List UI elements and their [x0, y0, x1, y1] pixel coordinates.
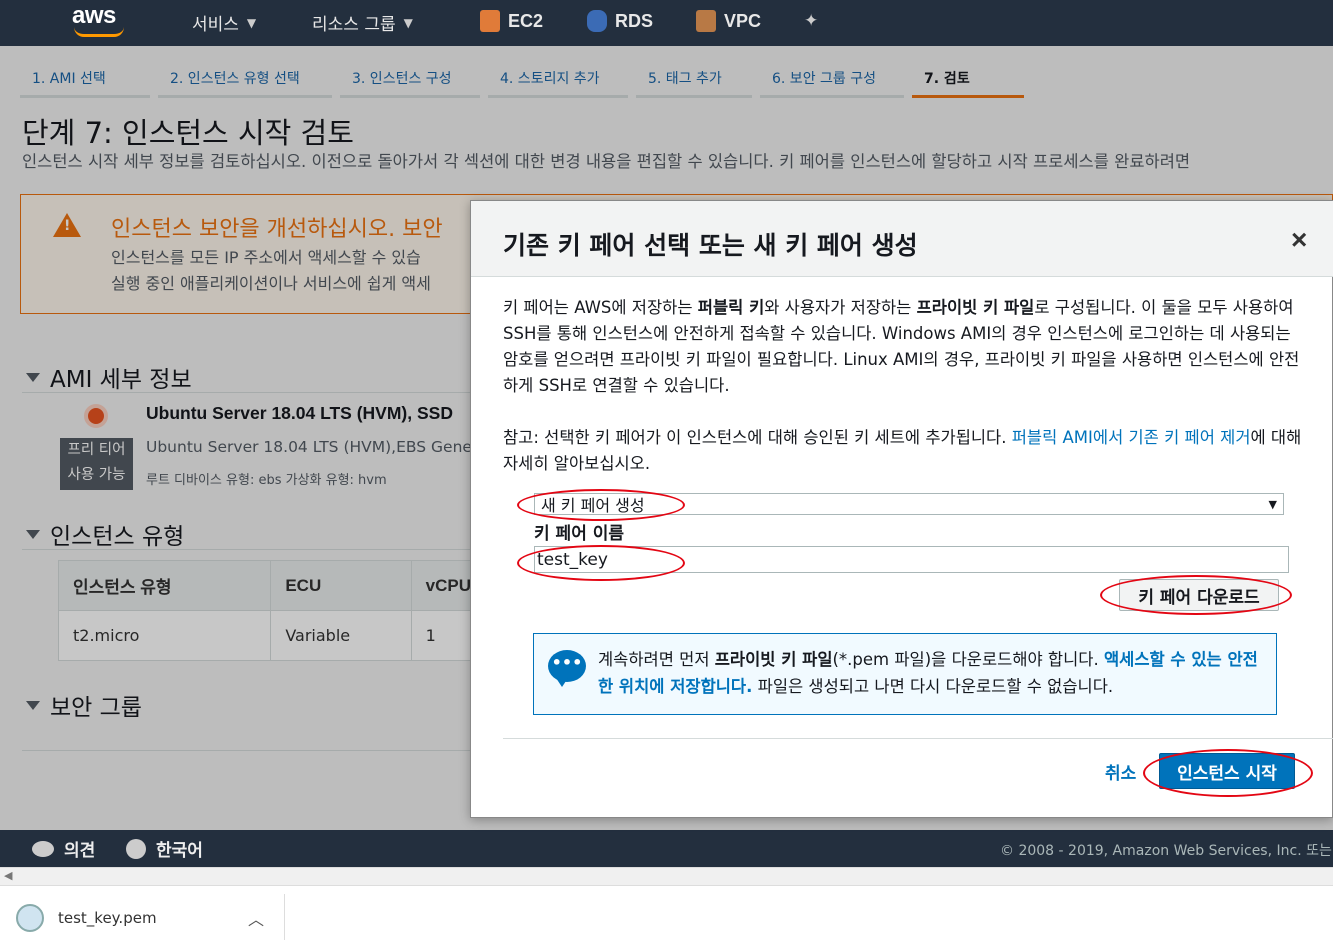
nav-rds[interactable]: RDS [587, 10, 653, 32]
download-item[interactable]: test_key.pem [16, 904, 157, 932]
modal-header: 기존 키 페어 선택 또는 새 키 페어 생성 × [471, 201, 1333, 277]
keypair-modal: 기존 키 페어 선택 또는 새 키 페어 생성 × 키 페어는 AWS에 저장하… [470, 200, 1333, 818]
downloads-bar: test_key.pem ︿ [0, 885, 1333, 947]
aws-logo[interactable]: aws [72, 2, 116, 30]
vpc-icon [696, 10, 716, 32]
keypair-option-select[interactable]: 새 키 페어 생성 ▼ [534, 493, 1284, 515]
dropdown-arrow-icon: ▼ [1268, 497, 1277, 511]
divider [284, 894, 285, 940]
remove-keypair-link[interactable]: 퍼블릭 AMI에서 기존 키 페어 제거 [1012, 428, 1251, 447]
feedback-link[interactable]: 의견 [32, 836, 95, 861]
footer: 의견 한국어 © 2008 - 2019, Amazon Web Service… [0, 830, 1333, 867]
download-filename: test_key.pem [58, 909, 157, 927]
info-text: 계속하려면 먼저 프라이빗 키 파일(*.pem 파일)을 다운로드해야 합니다… [598, 650, 1258, 696]
keypair-description: 키 페어는 AWS에 저장하는 퍼블릭 키와 사용자가 저장하는 프라이빗 키 … [503, 298, 1300, 395]
pin-icon[interactable]: ✦ [804, 11, 818, 31]
chevron-down-icon: ▼ [246, 15, 257, 30]
ec2-icon [480, 10, 500, 32]
chevron-down-icon: ▼ [403, 15, 413, 30]
copyright: © 2008 - 2019, Amazon Web Services, Inc.… [1000, 843, 1333, 859]
horizontal-scrollbar[interactable]: ◀ [0, 867, 1333, 885]
modal-title: 기존 키 페어 선택 또는 새 키 페어 생성 [503, 231, 918, 260]
cancel-button[interactable]: 취소 [1105, 759, 1136, 784]
top-nav: aws 서비스 ▼ 리소스 그룹 ▼ EC2 RDS VPC ✦ [0, 0, 1333, 46]
chat-info-icon-tail [556, 678, 568, 687]
download-keypair-button[interactable]: 키 페어 다운로드 [1119, 579, 1279, 611]
rds-icon [587, 10, 607, 32]
globe-icon [126, 838, 146, 859]
chevron-up-icon[interactable]: ︿ [248, 906, 264, 930]
info-alert: ••• 계속하려면 먼저 프라이빗 키 파일(*.pem 파일)을 다운로드해야… [533, 633, 1277, 715]
divider [503, 738, 1333, 739]
aws-logo-smile [74, 27, 124, 37]
keypair-name-input[interactable] [534, 546, 1289, 573]
nav-ec2[interactable]: EC2 [480, 10, 543, 32]
close-icon[interactable]: × [1291, 226, 1307, 254]
speech-bubble-icon [32, 840, 54, 857]
nav-vpc[interactable]: VPC [696, 10, 761, 32]
scroll-left-icon[interactable]: ◀ [4, 869, 12, 882]
file-icon [16, 904, 44, 932]
keypair-note: 참고: 선택한 키 페어가 이 인스턴스에 대해 승인된 키 세트에 추가됩니다… [503, 428, 1302, 473]
language-selector[interactable]: 한국어 [126, 836, 203, 861]
keypair-name-label: 키 페어 이름 [534, 524, 625, 544]
nav-services[interactable]: 서비스 ▼ [192, 10, 256, 35]
launch-instance-button[interactable]: 인스턴스 시작 [1159, 753, 1295, 789]
nav-resource-groups[interactable]: 리소스 그룹 ▼ [312, 10, 413, 35]
